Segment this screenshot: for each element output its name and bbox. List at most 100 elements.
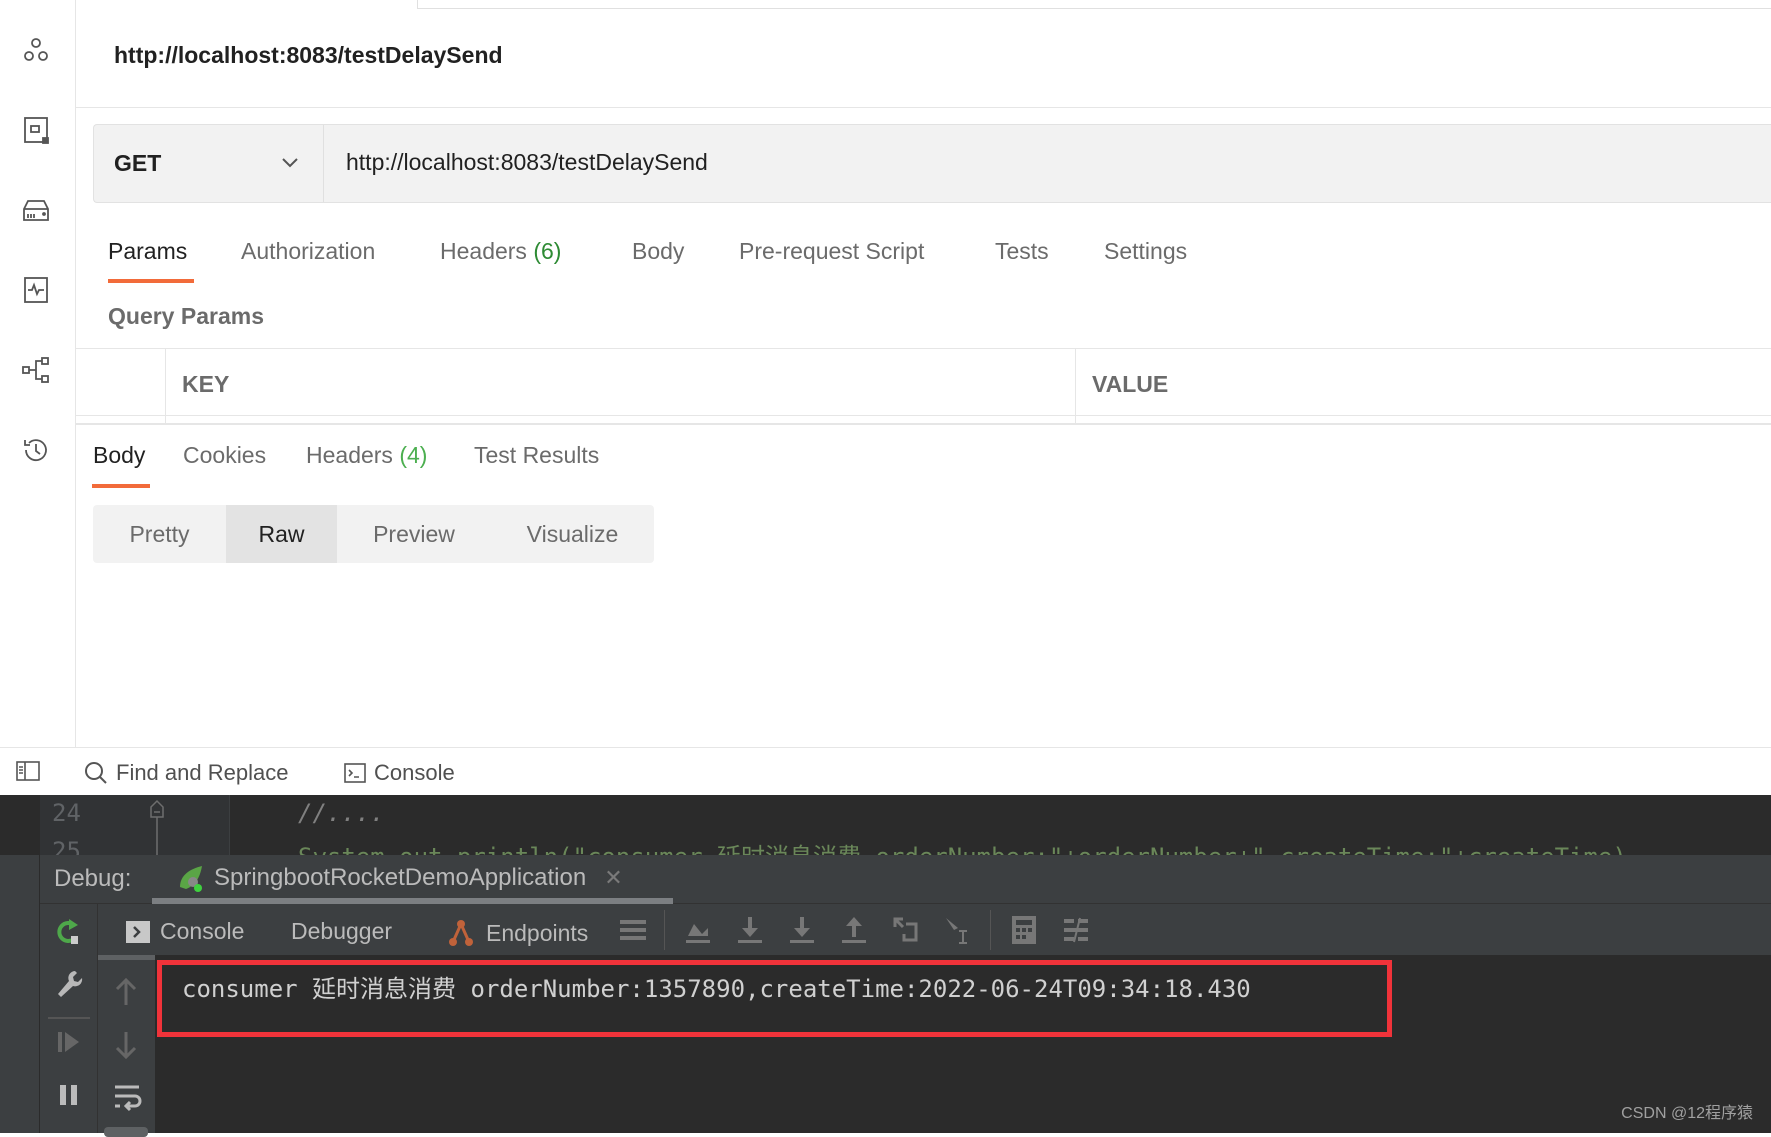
- tab-tests[interactable]: Tests: [995, 238, 1049, 265]
- tab-label: Endpoints: [486, 919, 589, 946]
- pause-icon[interactable]: [57, 1082, 81, 1108]
- query-params-title: Query Params: [108, 303, 264, 329]
- step-over-icon[interactable]: [736, 916, 764, 944]
- console-button[interactable]: Console: [344, 760, 455, 786]
- show-execution-point-icon[interactable]: [684, 916, 712, 944]
- drop-frame-icon[interactable]: [892, 916, 920, 944]
- response-tab-cookies[interactable]: Cookies: [183, 442, 266, 469]
- fold-icon[interactable]: [148, 799, 166, 855]
- run-to-cursor-icon[interactable]: [944, 916, 972, 946]
- run-config-label: SpringbootRocketDemoApplication: [214, 864, 587, 891]
- apis-icon[interactable]: [18, 32, 54, 68]
- sidebar: [0, 0, 76, 747]
- evaluate-expression-icon[interactable]: [1012, 916, 1036, 944]
- mode-raw[interactable]: Raw: [226, 505, 337, 563]
- divider: [98, 955, 155, 960]
- tab-debugger[interactable]: Debugger: [291, 918, 392, 945]
- url-input[interactable]: http://localhost:8083/testDelaySend: [346, 149, 708, 176]
- run-config-tab[interactable]: SpringbootRocketDemoApplication ✕: [176, 863, 623, 893]
- tab-params[interactable]: Params: [108, 238, 187, 265]
- status-bar: Find and Replace Console: [0, 747, 1771, 795]
- tab-pre-request-script[interactable]: Pre-request Script: [739, 238, 924, 265]
- console-icon: [344, 763, 366, 783]
- table-header: [76, 349, 1771, 416]
- tab-label: Console: [160, 918, 245, 944]
- console-output: consumer 延时消息消费 orderNumber:1357890,crea…: [182, 975, 1251, 1003]
- mode-preview[interactable]: Preview: [337, 505, 491, 563]
- divider: [76, 107, 1771, 108]
- chevron-down-icon: [282, 158, 298, 168]
- endpoints-icon: [449, 920, 473, 946]
- code-line: System.out.println("consumer 延时消息消费 orde…: [298, 837, 1627, 855]
- tab-settings[interactable]: Settings: [1104, 238, 1187, 265]
- soft-wrap-icon[interactable]: [112, 1083, 142, 1113]
- value-header: VALUE: [1092, 371, 1169, 397]
- method-label: GET: [114, 150, 162, 176]
- method-select[interactable]: GET: [94, 125, 324, 202]
- response-tab-test-results[interactable]: Test Results: [474, 442, 599, 469]
- url-bar: GET http://localhost:8083/testDelaySend: [93, 124, 1771, 203]
- request-title[interactable]: http://localhost:8083/testDelaySend: [114, 42, 503, 69]
- trace-icon[interactable]: [1062, 916, 1090, 944]
- toggle-sidebar-icon[interactable]: [16, 761, 40, 781]
- threads-icon[interactable]: [620, 918, 646, 942]
- tab-endpoints[interactable]: Endpoints: [446, 918, 588, 948]
- active-tab-indicator: [92, 484, 150, 488]
- debug-header: Debug: SpringbootRocketDemoApplication ✕: [40, 855, 1771, 904]
- headers-count: (6): [533, 238, 562, 264]
- console-label: Console: [374, 760, 455, 785]
- close-icon[interactable]: ✕: [604, 865, 622, 891]
- line-number: 25: [52, 837, 81, 855]
- debug-label: Debug:: [54, 865, 132, 892]
- rerun-icon[interactable]: [54, 917, 84, 947]
- tool-window-strip: [0, 855, 40, 1133]
- divider: [48, 1017, 90, 1019]
- debug-toolbar: Console Debugger Endpoints: [98, 904, 1771, 955]
- request-tab-strip: [417, 0, 1771, 9]
- find-replace-button[interactable]: Find and Replace: [84, 760, 288, 786]
- tab-label: Headers: [306, 442, 393, 468]
- wrench-icon[interactable]: [55, 969, 83, 999]
- response-tab-headers[interactable]: Headers (4): [306, 442, 427, 469]
- query-params-table: KEY VALUE: [76, 348, 1771, 424]
- find-replace-label: Find and Replace: [116, 760, 289, 785]
- code-editor: 24 25 //.... System.out.println("consume…: [0, 795, 1771, 855]
- response-divider[interactable]: [76, 423, 1771, 425]
- arrow-up-icon[interactable]: [114, 977, 138, 1007]
- tab-authorization[interactable]: Authorization: [241, 238, 375, 265]
- divider: [1075, 349, 1076, 424]
- step-out-icon[interactable]: [840, 916, 868, 944]
- console-actions-column: [98, 955, 155, 1137]
- divider: [664, 910, 665, 950]
- divider: [165, 349, 166, 424]
- tab-label: Headers: [440, 238, 527, 264]
- arrow-down-icon[interactable]: [114, 1030, 138, 1060]
- resume-icon[interactable]: [56, 1029, 82, 1055]
- debug-actions-column: [40, 904, 98, 1133]
- key-header: KEY: [182, 371, 230, 397]
- watermark: CSDN @12程序猿: [1621, 1105, 1753, 1122]
- search-icon: [85, 762, 107, 784]
- ide-debug-panel: 24 25 //.... System.out.println("consume…: [0, 795, 1771, 1137]
- history-icon[interactable]: [18, 432, 54, 468]
- mode-pretty[interactable]: Pretty: [93, 505, 226, 563]
- step-into-icon[interactable]: [788, 916, 816, 944]
- body-mode-selector: Pretty Raw Preview Visualize: [93, 505, 654, 563]
- monitors-icon[interactable]: [18, 272, 54, 308]
- active-tab-indicator: [108, 279, 194, 283]
- divider: [990, 910, 991, 950]
- flows-icon[interactable]: [18, 352, 54, 388]
- tab-label: Debugger: [291, 918, 393, 944]
- code-comment: //....: [298, 799, 385, 827]
- tab-headers[interactable]: Headers (6): [440, 238, 561, 265]
- headers-count: (4): [399, 442, 428, 468]
- scroll-handle[interactable]: [104, 1127, 148, 1137]
- line-number: 24: [52, 799, 81, 827]
- spring-boot-icon: [180, 866, 202, 892]
- environments-icon[interactable]: [18, 112, 54, 148]
- response-tab-body[interactable]: Body: [93, 442, 145, 469]
- tab-console[interactable]: Console: [126, 918, 244, 945]
- mock-servers-icon[interactable]: [18, 192, 54, 228]
- tab-body[interactable]: Body: [632, 238, 684, 265]
- mode-visualize[interactable]: Visualize: [491, 505, 654, 563]
